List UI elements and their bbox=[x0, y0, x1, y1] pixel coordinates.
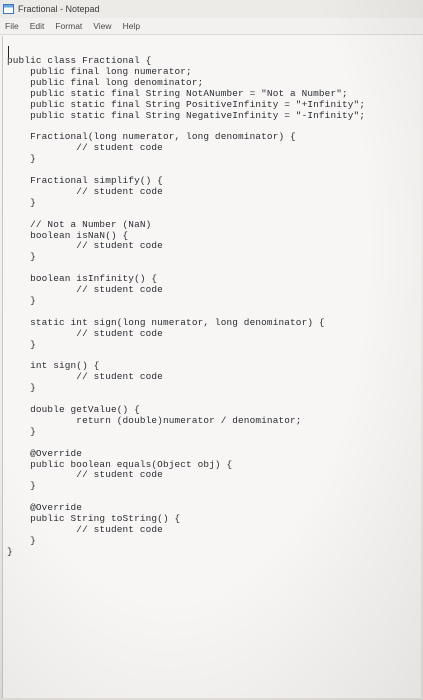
code-line: public boolean equals(Object obj) { bbox=[7, 458, 233, 470]
menu-file[interactable]: File bbox=[0, 21, 25, 31]
code-line: } bbox=[7, 545, 13, 557]
code-line: return (double)numerator / denominator; bbox=[7, 414, 302, 426]
title-bar: Fractional - Notepad bbox=[0, 0, 423, 18]
code-line: } bbox=[7, 294, 36, 306]
code-line: // student code bbox=[7, 469, 163, 481]
code-line: static int sign(long numerator, long den… bbox=[7, 316, 325, 328]
text-editor-area[interactable]: public class Fractional { public final l… bbox=[2, 36, 421, 698]
code-line: public String toString() { bbox=[7, 513, 181, 525]
code-line: // student code bbox=[7, 327, 163, 339]
code-line: } bbox=[7, 382, 36, 394]
code-line: Fractional simplify() { bbox=[7, 174, 163, 186]
code-line: public static final String NotANumber = … bbox=[7, 87, 348, 99]
code-line: double getValue() { bbox=[7, 404, 140, 415]
code-line: public final long numerator; bbox=[7, 65, 192, 77]
code-line: // Not a Number (NaN) bbox=[7, 218, 152, 230]
notepad-icon bbox=[3, 4, 14, 14]
code-line: public class Fractional { bbox=[7, 55, 152, 66]
code-line: boolean isInfinity() { bbox=[7, 273, 158, 285]
code-line: public static final String PositiveInfin… bbox=[7, 98, 366, 110]
code-text[interactable]: public class Fractional { public final l… bbox=[7, 55, 366, 558]
notepad-window: Fractional - Notepad File Edit Format Vi… bbox=[0, 0, 423, 700]
code-line: // student code bbox=[7, 240, 163, 252]
code-line: // student code bbox=[7, 523, 163, 535]
code-line: Fractional(long numerator, long denomina… bbox=[7, 131, 296, 143]
code-line: } bbox=[7, 196, 36, 208]
menu-edit[interactable]: Edit bbox=[25, 21, 51, 31]
menu-bar: File Edit Format View Help bbox=[0, 18, 423, 35]
code-line: } bbox=[7, 338, 36, 350]
code-line: public static final String NegativeInfin… bbox=[7, 109, 366, 121]
menu-view[interactable]: View bbox=[88, 21, 117, 31]
code-line: } bbox=[7, 480, 36, 492]
code-line: } bbox=[7, 425, 36, 437]
code-line: } bbox=[7, 251, 36, 263]
menu-help[interactable]: Help bbox=[118, 21, 146, 31]
code-line: // student code bbox=[7, 284, 163, 296]
code-line: int sign() { bbox=[7, 360, 100, 372]
menu-format[interactable]: Format bbox=[50, 21, 88, 31]
code-line: } bbox=[7, 534, 36, 546]
code-line: // student code bbox=[7, 142, 163, 154]
window-title: Fractional - Notepad bbox=[18, 4, 100, 14]
code-line: // student code bbox=[7, 371, 163, 383]
code-line: boolean isNaN() { bbox=[7, 229, 129, 241]
code-line: public final long denominator; bbox=[7, 76, 204, 88]
code-line: // student code bbox=[7, 185, 163, 197]
code-line: @Override bbox=[7, 502, 83, 514]
code-line: } bbox=[7, 153, 36, 165]
code-line: @Override bbox=[7, 447, 83, 459]
